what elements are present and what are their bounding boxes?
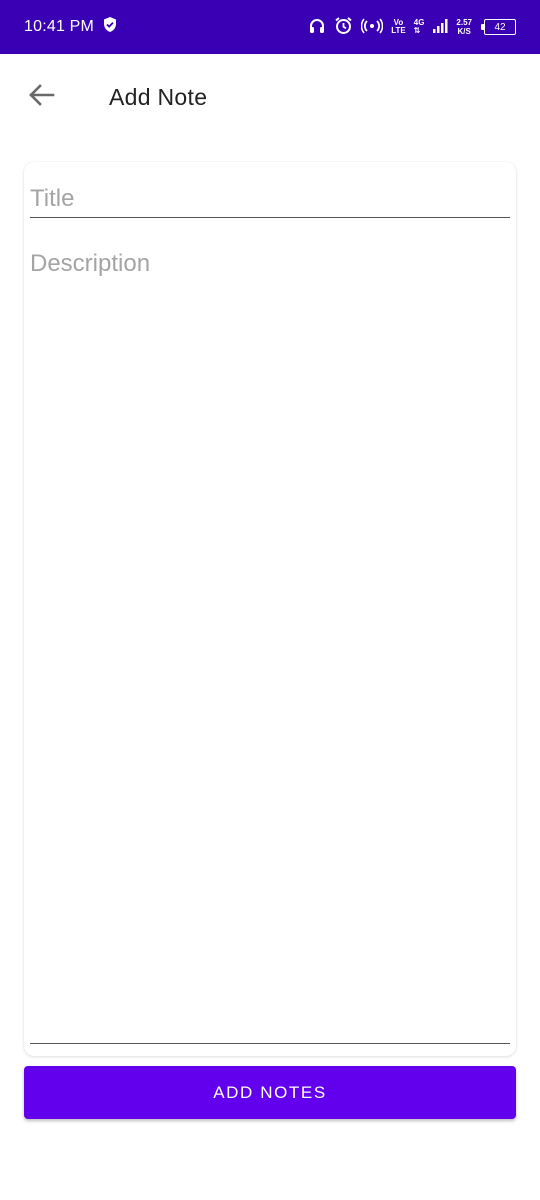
headset-icon (308, 17, 326, 38)
add-notes-button[interactable]: ADD NOTES (24, 1066, 516, 1119)
data-arrows-icon: ⇅ (413, 26, 421, 35)
title-field (30, 180, 510, 218)
note-form-card (24, 162, 516, 1056)
signal-icon (432, 18, 448, 37)
net-speed-unit: K/S (457, 27, 471, 36)
shield-icon (102, 16, 118, 38)
battery-level: 42 (494, 21, 506, 33)
arrow-left-icon (27, 83, 55, 112)
battery-icon: 42 (481, 19, 516, 35)
status-time: 10:41 PM (24, 18, 95, 35)
volte-indicator: Vo LTE (391, 19, 406, 35)
title-input[interactable] (30, 180, 510, 217)
back-button[interactable] (24, 80, 58, 114)
status-right: Vo LTE 4G ⇅ 2.57 K/S 42 (308, 16, 516, 38)
hotspot-icon (360, 17, 384, 37)
status-bar: 10:41 PM Vo LTE 4G ⇅ 2.57 K/S 42 (0, 0, 540, 54)
description-input[interactable] (30, 250, 510, 1043)
volte-bottom-label: LTE (391, 26, 406, 35)
alarm-icon (334, 16, 353, 38)
status-left: 10:41 PM (24, 16, 118, 38)
net-speed: 2.57 K/S (456, 18, 472, 36)
app-bar: Add Note (0, 54, 540, 142)
description-field (30, 250, 510, 1044)
page-title: Add Note (109, 84, 208, 110)
net-speed-value: 2.57 (456, 18, 472, 27)
network-indicator: 4G ⇅ (414, 19, 425, 35)
